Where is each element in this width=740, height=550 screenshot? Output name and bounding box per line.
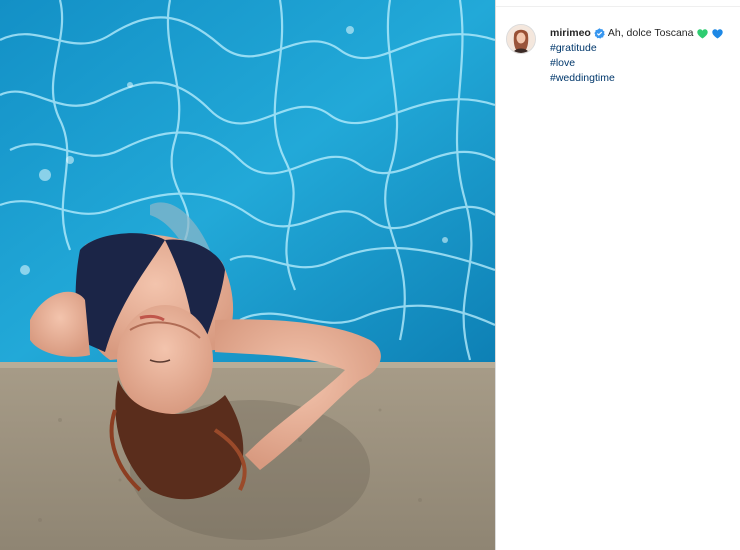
green-heart-icon bbox=[697, 28, 709, 39]
hashtag-link-love[interactable]: #love bbox=[550, 56, 723, 71]
verified-badge-icon bbox=[594, 28, 605, 39]
username-link[interactable]: mirimeo bbox=[550, 26, 591, 41]
caption-row: mirimeo Ah, dolce Toscana #gratitude #lo… bbox=[506, 24, 740, 86]
avatar[interactable] bbox=[506, 24, 536, 54]
hashtag-link-gratitude[interactable]: #gratitude bbox=[550, 41, 723, 56]
post-sidebar: mirimeo Ah, dolce Toscana #gratitude #lo… bbox=[495, 0, 740, 550]
profile-picture-icon bbox=[507, 25, 535, 53]
caption-first-line: mirimeo Ah, dolce Toscana bbox=[550, 26, 724, 41]
blue-heart-icon bbox=[712, 28, 724, 39]
pool-photo-image bbox=[0, 0, 495, 550]
post-photo[interactable] bbox=[0, 0, 495, 550]
hashtag-link-weddingtime[interactable]: #weddingtime bbox=[550, 71, 723, 86]
caption-text: Ah, dolce Toscana bbox=[607, 27, 694, 39]
instagram-post: mirimeo Ah, dolce Toscana #gratitude #lo… bbox=[0, 0, 740, 550]
post-caption: mirimeo Ah, dolce Toscana #gratitude #lo… bbox=[550, 24, 724, 86]
